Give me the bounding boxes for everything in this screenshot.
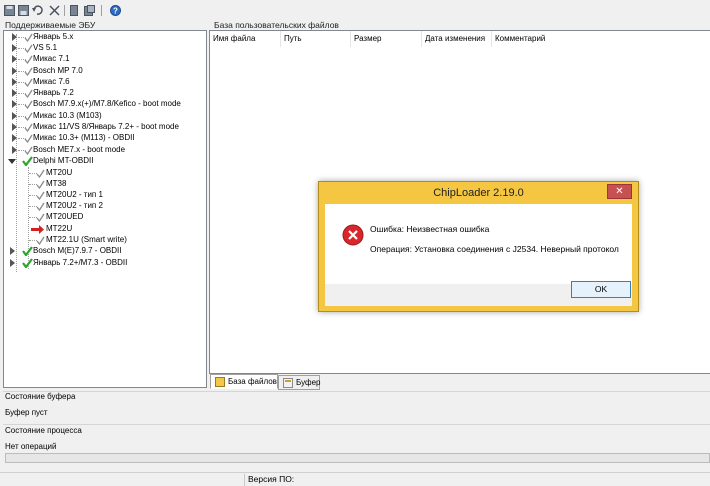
tree-item[interactable]: Январь 7.2+/M7.3 - OBDII [4, 257, 204, 269]
error-dialog: ChipLoader 2.19.0 ✕ Ошибка: Неизвестная … [318, 181, 639, 312]
red-arrow-icon [31, 225, 44, 234]
check-icon [36, 180, 45, 189]
process-state-value: Нет операций [5, 442, 57, 451]
tree-item-label: Bosch M(E)7.9.7 - OBDII [33, 246, 122, 255]
expand-icon[interactable] [10, 247, 15, 255]
buffer-state-value: Буфер пуст [5, 408, 48, 417]
expand-icon[interactable] [12, 89, 17, 97]
column-header-date[interactable]: Дата изменения [422, 31, 492, 47]
check-icon [24, 55, 33, 64]
column-header-path[interactable]: Путь [281, 31, 351, 47]
expand-icon[interactable] [10, 259, 15, 267]
expand-icon[interactable] [12, 146, 17, 154]
check-icon [24, 78, 33, 87]
buffer-icon [283, 378, 293, 388]
check-icon [24, 123, 33, 132]
tree-item-label: Delphi MT-OBDII [33, 156, 94, 165]
left-pane-title: Поддерживаемые ЭБУ [5, 20, 96, 30]
close-button[interactable]: ✕ [607, 184, 632, 199]
tab-label: Буфер [296, 378, 321, 387]
database-icon [215, 377, 225, 387]
check-icon [24, 134, 33, 143]
green-check-icon [22, 258, 33, 268]
check-icon [36, 213, 45, 222]
expand-icon[interactable] [12, 44, 17, 52]
save-icon[interactable] [4, 5, 15, 16]
buffer-state-title: Состояние буфера [5, 392, 76, 401]
check-icon [24, 146, 33, 155]
divider [3, 391, 710, 392]
expand-icon[interactable] [12, 100, 17, 108]
tree-item-label: MT20UED [46, 212, 84, 221]
tab-file-base[interactable]: База файлов [210, 374, 278, 389]
check-icon [36, 236, 45, 245]
close-icon: ✕ [615, 186, 624, 197]
help-icon[interactable]: ? [110, 5, 121, 16]
ecu-tree[interactable]: Январь 5.х VS 5.1 Микас 7.1 Bosch MP 7.0… [3, 30, 207, 388]
expand-icon[interactable] [12, 33, 17, 41]
check-icon [24, 112, 33, 121]
status-bar: Версия ПО: [0, 472, 710, 486]
check-icon [36, 191, 45, 200]
check-icon [24, 33, 33, 42]
toolbar: ? [0, 0, 710, 19]
toolbar-separator [64, 5, 65, 16]
tree-item-label: Микас 10.3+ (M113) - OBDII [33, 133, 135, 142]
tree-item-label: Январь 7.2+/M7.3 - OBDII [33, 258, 128, 267]
cut-icon[interactable] [49, 5, 60, 16]
check-icon [36, 202, 45, 211]
tree-item[interactable]: Bosch M7.9.x(+)/M7.8/Kefico - boot mode [4, 98, 204, 110]
tab-label: База файлов [228, 377, 277, 386]
check-icon [24, 100, 33, 109]
dialog-body: Ошибка: Неизвестная ошибка Операция: Уст… [325, 204, 632, 284]
tree-item[interactable]: Микас 7.1 [4, 53, 204, 65]
status-cell [0, 474, 245, 486]
progress-bar [5, 453, 710, 463]
column-header-comment[interactable]: Комментарий [492, 31, 707, 47]
tree-subitem[interactable]: MT20UED [4, 211, 204, 223]
operation-message: Операция: Установка соединения с J2534. … [370, 244, 619, 254]
column-header-size[interactable]: Размер [351, 31, 422, 47]
tree-item-label: Bosch M7.9.x(+)/M7.8/Kefico - boot mode [33, 99, 181, 108]
ok-button[interactable]: OK [571, 281, 631, 298]
check-icon [24, 44, 33, 53]
expand-icon[interactable] [12, 67, 17, 75]
tree-item-label: Микас 7.1 [33, 54, 70, 63]
green-check-icon [22, 246, 33, 256]
expand-icon[interactable] [12, 123, 17, 131]
divider [3, 424, 710, 425]
green-check-icon [22, 156, 33, 166]
check-icon [36, 169, 45, 178]
expand-icon[interactable] [12, 78, 17, 86]
dialog-title: ChipLoader 2.19.0 [433, 187, 524, 199]
copy-icon[interactable] [69, 5, 80, 16]
software-version-label: Версия ПО: [248, 474, 295, 484]
save-all-icon[interactable] [18, 5, 29, 16]
check-icon [24, 67, 33, 76]
check-icon [24, 89, 33, 98]
toolbar-separator [101, 5, 102, 16]
tree-item[interactable]: Bosch M(E)7.9.7 - OBDII [4, 245, 204, 257]
right-pane-title: База пользовательских файлов [214, 20, 339, 30]
error-message: Ошибка: Неизвестная ошибка [370, 224, 490, 234]
paste-icon[interactable] [84, 5, 95, 16]
svg-text:?: ? [113, 7, 118, 16]
expand-icon[interactable] [12, 55, 17, 63]
column-header-filename[interactable]: Имя файла [210, 31, 281, 47]
tab-buffer[interactable]: Буфер [278, 375, 320, 390]
expand-icon[interactable] [12, 134, 17, 142]
process-state-title: Состояние процесса [5, 426, 82, 435]
tree-item-expanded[interactable]: Delphi MT-OBDII [4, 155, 204, 167]
collapse-icon[interactable] [8, 159, 16, 164]
tree-item[interactable]: Микас 10.3+ (M113) - OBDII [4, 132, 204, 144]
undo-icon[interactable] [32, 5, 43, 16]
error-icon [342, 224, 364, 246]
expand-icon[interactable] [12, 112, 17, 120]
